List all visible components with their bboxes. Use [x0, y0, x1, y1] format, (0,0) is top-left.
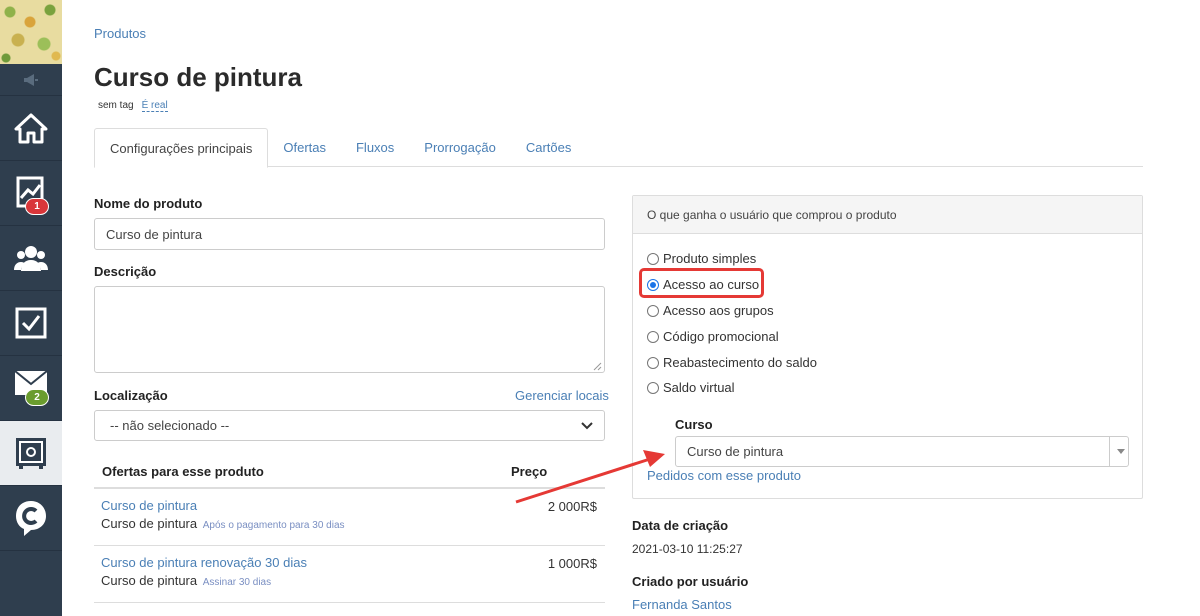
annotation-arrow-icon	[515, 450, 665, 504]
